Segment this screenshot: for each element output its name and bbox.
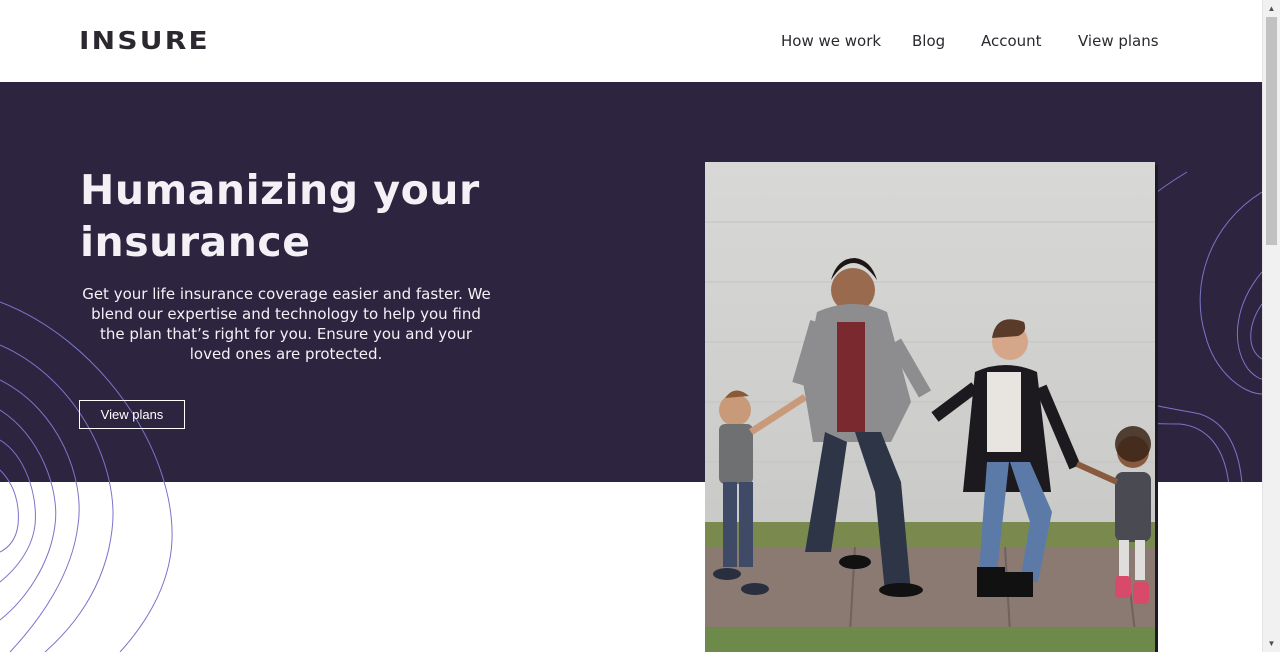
nav-how-we-work[interactable]: How we work [781,31,881,51]
nav-view-plans[interactable]: View plans [1078,31,1159,51]
main-nav: How we work Blog Account View plans [0,31,1262,51]
hero-title: Humanizing your insurance [80,166,480,266]
family-photo [705,162,1155,652]
scroll-up-icon[interactable]: ▲ [1263,0,1280,17]
vertical-scrollbar[interactable]: ▲ ▼ [1262,0,1280,652]
scroll-down-icon[interactable]: ▼ [1263,635,1280,652]
nav-blog[interactable]: Blog [912,31,945,51]
nav-account[interactable]: Account [981,31,1042,51]
scrollbar-thumb[interactable] [1266,17,1277,245]
view-plans-button[interactable]: View plans [79,400,185,429]
family-walking-image [705,162,1155,652]
decorative-curves-left [0,301,173,652]
site-header: INSURE How we work Blog Account View pla… [0,0,1262,82]
